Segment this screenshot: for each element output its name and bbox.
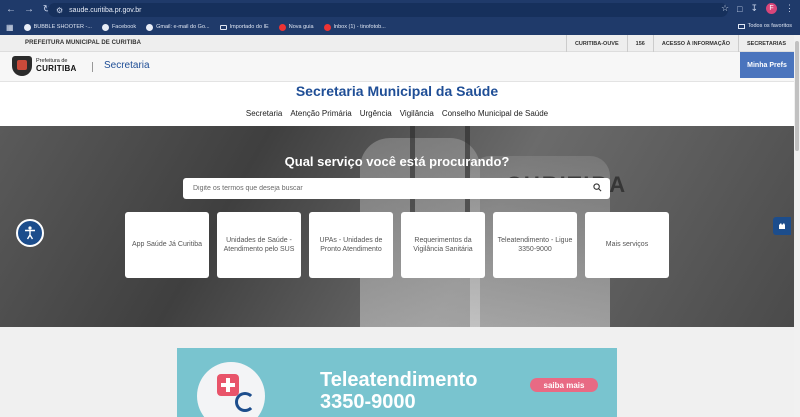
browser-actions: ☆ □ ↧ F ⋮ — [721, 3, 794, 14]
bookmark-item[interactable]: Importado do IE — [219, 24, 269, 30]
main-nav: Secretaria Atenção Primária Urgência Vig… — [0, 109, 794, 118]
gov-link-secretarias[interactable]: SECRETARIAS — [737, 35, 794, 52]
service-card[interactable]: Mais serviços — [585, 212, 669, 278]
youtube-icon — [278, 23, 286, 31]
all-bookmarks[interactable]: Todos os favoritos — [737, 23, 792, 29]
globe-icon — [23, 23, 31, 31]
back-icon[interactable]: ← — [4, 4, 18, 15]
phone-icon — [235, 392, 255, 412]
page-title: Secretaria Municipal da Saúde — [295, 83, 499, 99]
bookmark-item[interactable]: Facebook — [101, 23, 136, 31]
minha-prefs-button[interactable]: Minha Prefs — [740, 52, 794, 78]
scrollbar-thumb[interactable] — [795, 41, 799, 151]
gmail-icon — [323, 23, 331, 31]
hero-question: Qual serviço você está procurando? — [284, 154, 510, 169]
prefeitura-logo[interactable]: Prefeitura de CURITIBA — [12, 56, 77, 76]
search-box[interactable] — [183, 178, 610, 199]
service-cards: App Saúde Já Curitiba Unidades de Saúde … — [125, 212, 669, 278]
nav-secretaria[interactable]: Secretaria — [246, 109, 282, 118]
nav-urgencia[interactable]: Urgência — [360, 109, 392, 118]
bookmark-item[interactable]: Inbox (1) - tinofotob... — [323, 23, 386, 31]
service-card[interactable]: Unidades de Saúde - Atendimento pelo SUS — [217, 212, 301, 278]
nav-atencao-primaria[interactable]: Atenção Primária — [290, 109, 351, 118]
menu-icon[interactable]: ⋮ — [785, 3, 794, 14]
gov-link-acesso[interactable]: ACESSO À INFORMAÇÃO — [652, 35, 738, 52]
apps-icon[interactable]: ▦ — [6, 23, 14, 32]
gov-link-156[interactable]: 156 — [626, 35, 653, 52]
bookmark-item[interactable]: Nova guia — [278, 23, 314, 31]
gov-links: CURITIBA-OUVE 156 ACESSO À INFORMAÇÃO SE… — [565, 35, 794, 52]
hands-icon — [779, 223, 785, 229]
service-card[interactable]: App Saúde Já Curitiba — [125, 212, 209, 278]
logo-line2: CURITIBA — [36, 63, 77, 73]
coat-of-arms-icon — [12, 56, 32, 76]
extensions-icon[interactable]: □ — [737, 4, 742, 14]
forward-icon[interactable]: → — [22, 4, 36, 15]
teleatendimento-banner[interactable]: Teleatendimento 3350-9000 saiba mais — [177, 348, 617, 417]
star-icon[interactable]: ☆ — [721, 3, 729, 14]
folder-icon — [737, 23, 745, 29]
secretaria-link[interactable]: Secretaria — [104, 60, 150, 71]
globe-icon — [146, 23, 154, 31]
bookmarks-bar: ▦ BUBBLE SHOOTER -... Facebook Gmail: e-… — [0, 19, 800, 35]
medical-cross-icon — [217, 374, 239, 396]
address-bar[interactable]: ⚙ saude.curitiba.pr.gov.br — [48, 3, 728, 17]
site-header: Prefeitura de CURITIBA Secretaria Minha … — [0, 52, 794, 82]
site-info-icon[interactable]: ⚙ — [56, 6, 63, 15]
banner-title-line1: Teleatendimento — [320, 369, 478, 391]
search-icon[interactable] — [593, 183, 602, 192]
bookmark-item[interactable]: BUBBLE SHOOTER -... — [23, 23, 92, 31]
service-card[interactable]: Requerimentos da Vigilância Sanitária — [401, 212, 485, 278]
service-card[interactable]: UPAs - Unidades de Pronto Atendimento — [309, 212, 393, 278]
nav-conselho[interactable]: Conselho Municipal de Saúde — [442, 109, 548, 118]
downloads-icon[interactable]: ↧ — [750, 3, 758, 14]
service-card[interactable]: Teleatendimento - Ligue 3350-9000 — [493, 212, 577, 278]
globe-icon — [101, 23, 109, 31]
header-divider — [92, 62, 93, 72]
sign-language-button[interactable] — [773, 217, 791, 235]
gov-bar: PREFEITURA MUNICIPAL DE CURITIBA CURITIB… — [0, 35, 794, 52]
nav-vigilancia[interactable]: Vigilância — [400, 109, 434, 118]
search-input[interactable] — [193, 185, 583, 192]
gov-link-ouve[interactable]: CURITIBA-OUVE — [565, 35, 627, 52]
profile-avatar[interactable]: F — [766, 3, 777, 14]
accessibility-icon — [25, 226, 35, 240]
url-text: saude.curitiba.pr.gov.br — [69, 6, 142, 14]
banner-title-line2: 3350-9000 — [320, 391, 416, 413]
folder-icon — [219, 24, 227, 30]
banner-title: Teleatendimento 3350-9000 — [320, 369, 520, 413]
gov-title[interactable]: PREFEITURA MUNICIPAL DE CURITIBA — [25, 40, 141, 46]
accessibility-button[interactable] — [16, 219, 44, 247]
bookmark-item[interactable]: Gmail: e-mail do Go... — [146, 23, 210, 31]
page-scrollbar[interactable] — [794, 35, 800, 417]
saiba-mais-button[interactable]: saiba mais — [530, 378, 598, 392]
